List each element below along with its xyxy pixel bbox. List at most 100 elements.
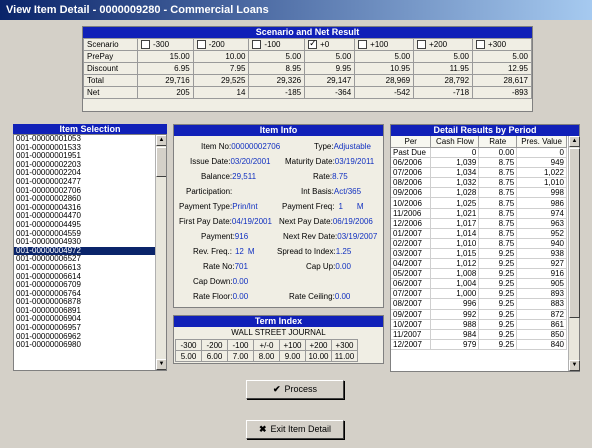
index-shock-cell: -300 [175, 339, 202, 351]
period-cell: 04/2007 [391, 258, 432, 270]
detail-row[interactable]: 10/2006 1,025 8.75 986 [391, 197, 567, 209]
detail-row[interactable]: 06/2006 1,039 8.75 949 [391, 157, 567, 169]
detail-row[interactable]: 12/2007 979 9.25 840 [391, 339, 567, 350]
detail-row[interactable]: 02/2007 1,010 8.75 940 [391, 238, 567, 249]
scenario-checkbox-1[interactable]: -200 [192, 38, 250, 51]
int-basis-field: Int Basis:Act/365 [301, 187, 361, 196]
rate-cell: 9.25 [478, 329, 518, 340]
checkbox-box[interactable] [417, 40, 427, 50]
exit-item-detail-button[interactable]: ✖ Exit Item Detail [246, 420, 344, 439]
scenario-label: -300 [153, 39, 170, 49]
detail-scrollbar[interactable]: ▲ ▼ [568, 136, 580, 371]
detail-row[interactable]: 12/2006 1,017 8.75 963 [391, 218, 567, 229]
cap-down-value: 0.00 [232, 277, 249, 286]
check-icon: ✔ [272, 384, 281, 394]
scenario-checkbox-3[interactable]: +0 [304, 38, 356, 51]
scenario-label: +300 [488, 39, 507, 49]
list-item[interactable]: 001-00000006980 [14, 341, 166, 350]
next-pay-date-field: Next Pay Date:06/19/2006 [279, 217, 373, 226]
rate-cell: 9.25 [478, 268, 518, 280]
scroll-down-button[interactable]: ▼ [569, 360, 580, 371]
index-shock-cell: +300 [331, 339, 358, 351]
period-cell: 08/2007 [391, 298, 432, 310]
scroll-up-button[interactable]: ▲ [569, 136, 580, 147]
index-shock-cell: +/-0 [253, 339, 280, 351]
checkbox-box[interactable] [476, 40, 486, 50]
period-cell: 11/2007 [391, 329, 432, 340]
cash-flow-cell: 1,010 [430, 238, 480, 249]
detail-row[interactable]: 08/2007 996 9.25 883 [391, 298, 567, 310]
detail-row[interactable]: Past Due 0 0.00 0 [391, 147, 567, 159]
payment-field: Payment:916 [201, 232, 248, 241]
checkbox-box[interactable] [196, 40, 206, 50]
process-button[interactable]: ✔ Process [246, 380, 344, 399]
scenario-checkbox-4[interactable]: +100 [354, 38, 415, 51]
detail-row[interactable]: 10/2007 988 9.25 861 [391, 319, 567, 330]
pres-value-cell: 986 [516, 197, 567, 209]
checkbox-box[interactable] [141, 40, 150, 50]
net-cell: 205 [137, 86, 194, 99]
checkbox-box[interactable] [358, 40, 368, 50]
type-value: Adjustable [333, 142, 371, 151]
detail-row[interactable]: 03/2007 1,015 9.25 938 [391, 248, 567, 260]
detail-column-headers: Per Cash Flow Rate Pres. Value [391, 136, 567, 148]
cash-flow-cell: 992 [430, 309, 480, 320]
column-header-cash-flow: Cash Flow [430, 136, 480, 148]
scenario-table: Scenario -300 -200 -100 +0 +100 +200 +30… [83, 38, 532, 99]
period-cell: 07/2006 [391, 167, 432, 179]
prepay-cell: 5.00 [248, 50, 306, 63]
detail-row[interactable]: 06/2007 1,004 9.25 905 [391, 278, 567, 290]
scenario-checkbox-6[interactable]: +300 [472, 38, 532, 51]
pres-value-cell: 916 [516, 268, 567, 280]
cash-flow-cell: 984 [430, 329, 480, 340]
column-header-pres-value: Pres. Value [516, 136, 567, 148]
payment-label: Payment: [201, 232, 235, 241]
detail-row[interactable]: 09/2006 1,028 8.75 998 [391, 187, 567, 199]
list-scrollbar[interactable]: ▲ ▼ [155, 135, 166, 370]
spread-to-index-label: Spread to Index: [277, 247, 336, 256]
scenario-checkbox-2[interactable]: -100 [248, 38, 306, 51]
detail-row[interactable]: 07/2006 1,034 8.75 1,022 [391, 167, 567, 179]
total-cell: 29,147 [304, 74, 356, 87]
scenario-checkbox-0[interactable]: -300 [137, 38, 194, 51]
scroll-thumb[interactable] [156, 147, 166, 177]
scenario-checkbox-5[interactable]: +200 [413, 38, 474, 51]
period-cell: 07/2007 [391, 288, 432, 300]
cap-up-label: Cap Up: [306, 262, 336, 271]
prepay-cell: 5.00 [354, 50, 415, 63]
detail-row[interactable]: 01/2007 1,014 8.75 952 [391, 228, 567, 239]
participation-field: Participation: [186, 187, 232, 196]
scroll-down-button[interactable]: ▼ [156, 359, 166, 370]
rate-floor-value: 0.00 [232, 292, 249, 301]
scroll-up-button[interactable]: ▲ [156, 135, 166, 146]
rate-cell: 8.75 [478, 208, 518, 219]
detail-row[interactable]: 11/2007 984 9.25 850 [391, 329, 567, 340]
detail-row[interactable]: 08/2006 1,032 8.75 1,010 [391, 177, 567, 189]
spread-to-index-value: 1.25 [335, 247, 352, 256]
item-no-label: Item No: [201, 142, 232, 151]
cap-down-field: Cap Down:0.00 [193, 277, 248, 286]
detail-row[interactable]: 07/2007 1,000 9.25 893 [391, 288, 567, 300]
row-label-discount: Discount [83, 62, 138, 75]
scroll-thumb[interactable] [569, 148, 580, 318]
cash-flow-cell: 1,034 [430, 167, 480, 179]
checkbox-box[interactable] [252, 40, 262, 50]
period-cell: 12/2007 [391, 339, 432, 350]
detail-row[interactable]: 11/2006 1,021 8.75 974 [391, 208, 567, 219]
index-rate-cell: 11.00 [331, 350, 358, 362]
type-label: Type: [314, 142, 334, 151]
checkbox-box[interactable] [308, 38, 318, 50]
prepay-cell: 15.00 [137, 50, 194, 63]
detail-row[interactable]: 04/2007 1,012 9.25 927 [391, 258, 567, 270]
pres-value-cell: 952 [516, 228, 567, 239]
detail-row[interactable]: 05/2007 1,008 9.25 916 [391, 268, 567, 280]
rate-cell: 8.75 [478, 157, 518, 169]
discount-cell: 12.95 [472, 62, 532, 75]
balance-field: Balance:29,511 [201, 172, 256, 181]
prepay-cell: 5.00 [304, 50, 356, 63]
item-selection-list[interactable]: 001-00000001053 001-00000001533 001-000000… [13, 134, 167, 371]
detail-row[interactable]: 09/2007 992 9.25 872 [391, 309, 567, 320]
rate-ceiling-value: 0.00 [334, 292, 351, 301]
pres-value-cell: 883 [516, 298, 567, 310]
total-cell: 28,969 [354, 74, 415, 87]
